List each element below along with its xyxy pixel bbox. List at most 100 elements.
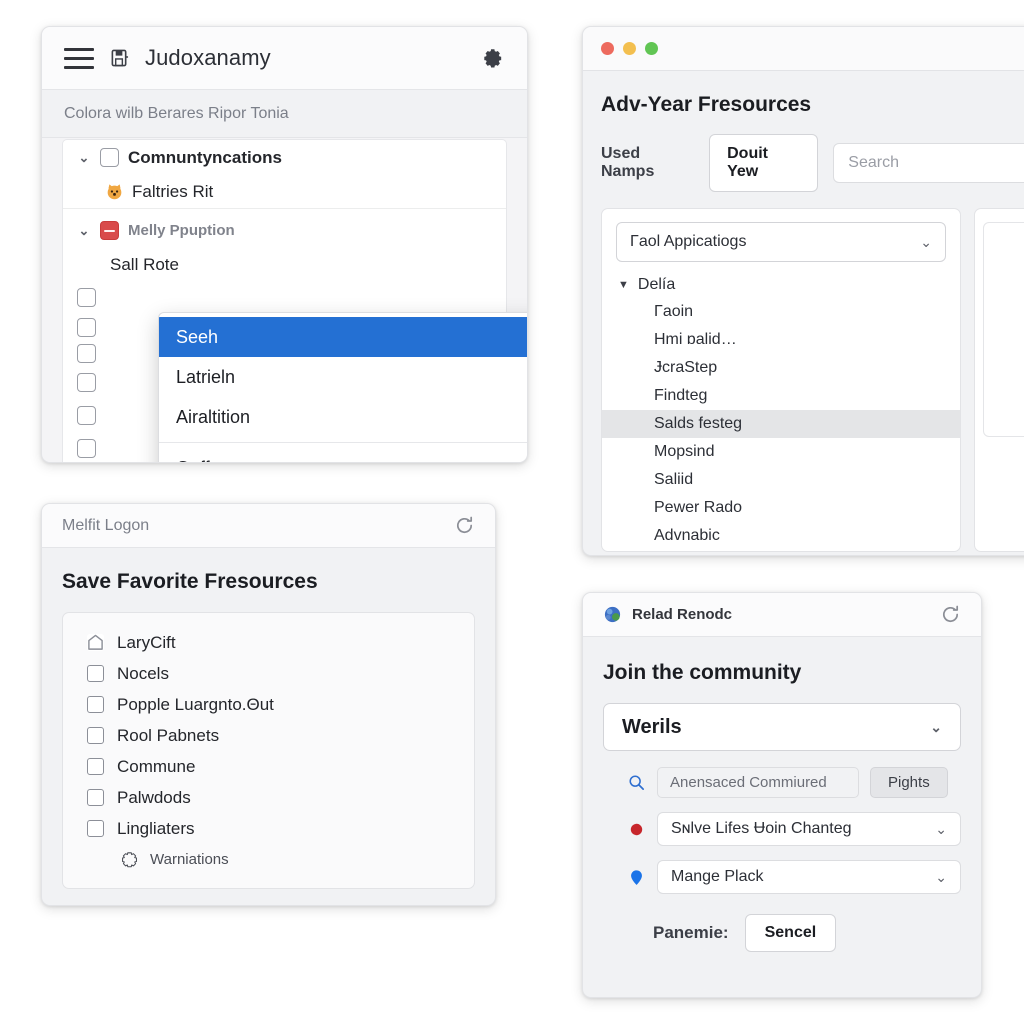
applications-dropdown[interactable]: Γaol Appicatiogs ⌄ [616,222,946,262]
minimize-button[interactable] [623,42,636,55]
checkbox[interactable] [87,696,104,713]
list-item[interactable]: Findteg [602,382,960,410]
list-item[interactable]: Advnabic [602,522,960,550]
context-menu: Seeh › Latrieln › Airaltition › Ouffers [158,312,527,463]
list-item[interactable]: Palwdods [63,782,474,813]
pights-button[interactable]: Pights [870,767,948,798]
list-item-label: Commune [117,756,196,776]
tree-row-checkbox[interactable] [77,288,96,307]
triangle-down-icon: ▼ [618,279,629,291]
reload-icon[interactable] [454,515,475,536]
tree-row[interactable]: ⌄ Melly Ppuption [63,213,506,248]
screen-root: Judoxanamy Colora wilb Berares Ripor Ton… [0,0,1024,1024]
favorites-header: Melfit Logon [42,504,495,548]
menu-item-label: Ouffers [176,458,527,463]
checkbox[interactable] [87,758,104,775]
tree-row-checkbox[interactable] [77,439,96,458]
favorites-header-title: Melfit Logon [62,516,150,534]
tree-row-checkbox[interactable] [77,406,96,425]
search-input[interactable]: Search [833,143,1024,183]
list-item-selected[interactable]: Salds festeg [602,410,960,438]
context-menu-item-ouffers[interactable]: Ouffers [159,448,527,463]
menu-separator [159,442,527,443]
gear-icon[interactable] [478,45,505,72]
mac-titlebar [583,27,1024,71]
context-menu-item-latrieln[interactable]: Latrieln › [159,357,527,397]
chevron-down-icon[interactable]: ⌄ [77,150,91,166]
checkbox[interactable] [87,820,104,837]
resources-body: Adv-Year Fresources Used Namps Douit Yew… [583,71,1024,552]
checkbox[interactable] [87,665,104,682]
tree-row[interactable] [77,281,506,314]
community-main-select[interactable]: Werils ⌄ [603,703,961,751]
list-item[interactable]: Lingliaters [63,813,474,844]
community-header: Relad Renodc [583,593,981,637]
community-select-record[interactable]: Sɴlve Lifes Ʉoin Chanteg ⌄ [657,812,961,846]
tree-row-label: Melly Ppuption [128,222,235,239]
list-item[interactable]: Popple Luargnto.Θut [63,689,474,720]
douit-yew-button[interactable]: Douit Yew [709,134,819,192]
list-item[interactable]: Nocels [63,658,474,689]
tree-row-checkbox[interactable] [100,148,119,167]
community-row-location: Mange Plack ⌄ [603,860,961,894]
chevron-down-icon[interactable]: ⌄ [77,223,91,239]
list-item[interactable]: Hmi ɒalid… [602,326,960,354]
context-menu-item-seeh[interactable]: Seeh › [159,317,527,357]
list-item[interactable]: LaryCift [63,627,474,658]
list-item[interactable]: Pewer Rado [602,494,960,522]
community-heading: Join the community [603,661,802,684]
close-button[interactable] [601,42,614,55]
community-search-input[interactable]: Anensaced Commiured [657,767,859,798]
resources-columns: Γaol Appicatiogs ⌄ ▼ Delía Γaoin Hmi ɒal… [601,208,1024,552]
list-sub-item-label: Warniations [150,850,229,868]
secondary-card-inner [983,222,1024,437]
list-item[interactable]: Rool Pabnets [63,720,474,751]
community-body: Join the community Werils ⌄ Anensaced Co… [583,637,981,972]
favorites-heading: Save Favorite Fresources [62,570,318,593]
search-magnifier-icon[interactable] [627,773,646,792]
context-menu-item-airaltition[interactable]: Airaltition › [159,397,527,437]
list-item[interactable]: Saliid [602,466,960,494]
tree-subtitle: Colora wilb Berares Ripor Tonia [42,90,527,138]
checkbox[interactable] [87,727,104,744]
tree-row-checkbox[interactable] [77,343,96,363]
chevron-down-icon: ⌄ [935,868,947,885]
list-item[interactable]: Mopsind [602,438,960,466]
record-dot-icon [630,823,643,835]
community-window: Relad Renodc Join the community Werils ⌄… [582,592,982,998]
menu-item-label: Airaltition [176,406,251,427]
maximize-button[interactable] [645,42,658,55]
list-item[interactable]: ɈcraStep [602,354,960,382]
sencel-button[interactable]: Sencel [744,914,837,952]
tree-row-checkbox-indeterminate[interactable] [100,221,119,240]
reload-icon[interactable] [940,604,961,625]
select-value: Mange Plack [671,868,764,885]
tree-row[interactable]: ⌄ Comnuntyncations [63,140,506,175]
tree-root-row[interactable]: ▼ Delía [602,272,960,298]
community-select-location[interactable]: Mange Plack ⌄ [657,860,961,894]
tree-child-row[interactable]: Sall Rote [63,248,506,281]
chevron-down-icon: ⌄ [920,233,932,250]
secondary-card [974,208,1024,552]
tree-child-row[interactable]: Faltries Rit [63,175,506,208]
favorites-list: LaryCift Nocels Popple Luargnto.Θut Rool… [62,612,475,889]
list-sub-item[interactable]: Warniations [63,844,474,874]
checkbox[interactable] [87,789,104,806]
chevron-down-icon: ⌄ [935,820,947,837]
tree-window-toolbar: Judoxanamy [42,27,527,90]
favorites-body: Save Favorite Fresources LaryCift Nocels… [42,548,495,905]
tree-group: ⌄ Comnuntyncations Faltries Rit [63,140,506,209]
hamburger-icon[interactable] [64,47,94,69]
used-namps-label: Used Namps [601,145,655,180]
list-item[interactable]: Γaoin [602,298,960,326]
tree-row-checkbox[interactable] [77,317,96,337]
tree-row-checkbox[interactable] [77,373,96,392]
list-item-label: Palwdods [117,787,191,807]
list-item-label: Rool Pabnets [117,725,220,745]
tree-child-label: Sall Rote [110,254,179,274]
applications-card: Γaol Appicatiogs ⌄ ▼ Delía Γaoin Hmi ɒal… [601,208,961,552]
gear-outline-icon [122,851,137,867]
pentagon-checkbox-icon[interactable] [87,634,104,651]
list-item-label: LaryCift [117,632,176,652]
list-item[interactable]: Commune [63,751,474,782]
